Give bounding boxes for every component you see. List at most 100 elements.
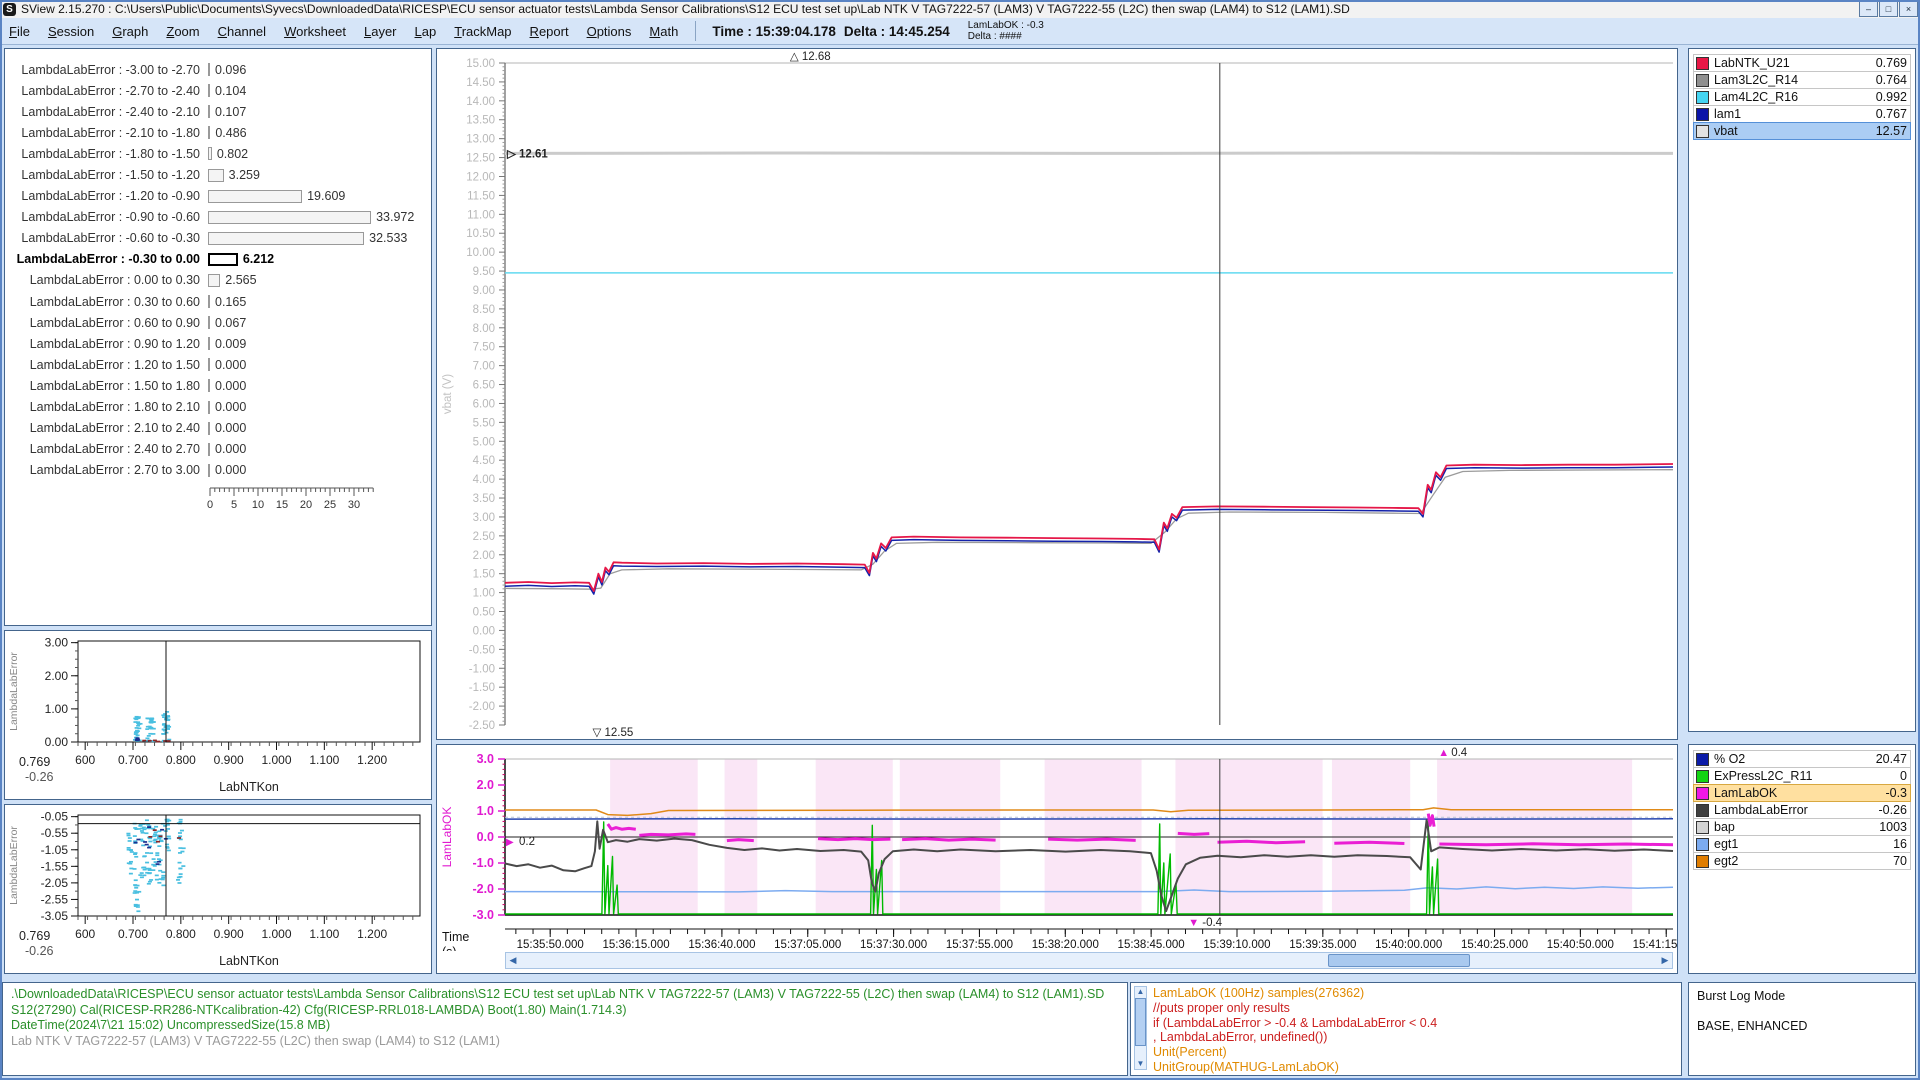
histogram-row[interactable]: LambdaLabError : -0.90 to -0.6033.972 [5, 207, 431, 228]
histogram-row[interactable]: LambdaLabError : 1.50 to 1.800.000 [5, 375, 431, 396]
histogram-row[interactable]: LambdaLabError : -0.60 to -0.3032.533 [5, 228, 431, 249]
histogram-row[interactable]: LambdaLabError : -2.40 to -2.100.107 [5, 101, 431, 122]
legend-row-lam3l2c-r14[interactable]: Lam3L2C_R140.764 [1693, 71, 1911, 89]
svg-text:0.00: 0.00 [45, 735, 69, 749]
main-chart-panel[interactable]: -2.50-2.00-1.50-1.00-0.500.000.501.001.5… [436, 48, 1678, 740]
maximize-button[interactable]: □ [1879, 1, 1898, 17]
legend-row-lam4l2c-r16[interactable]: Lam4L2C_R160.992 [1693, 88, 1911, 106]
menu-options[interactable]: Options [578, 24, 641, 39]
legend-row-egt1[interactable]: egt116 [1693, 835, 1911, 853]
histogram-row[interactable]: LambdaLabError : 0.30 to 0.600.165 [5, 291, 431, 312]
histogram-row-value: 0.104 [215, 84, 246, 98]
legend-row-lamlabok[interactable]: LamLabOK-0.3 [1693, 784, 1911, 802]
legend-row-egt2[interactable]: egt270 [1693, 852, 1911, 870]
scatter-plot-positive-panel[interactable]: 0.001.002.003.006000.7000.8000.9001.0001… [4, 630, 432, 800]
bottom-chart-canvas[interactable]: -3.0-2.0-1.00.01.02.03.0LamLabOK▲0.4▼-0.… [437, 745, 1677, 951]
legend-row-bap[interactable]: bap1003 [1693, 818, 1911, 836]
histogram-row-label: LambdaLabError : 2.40 to 2.70 [5, 442, 208, 456]
legend-row--o2[interactable]: % O220.47 [1693, 750, 1911, 768]
menu-report[interactable]: Report [521, 24, 578, 39]
svg-text:▽ 12.55: ▽ 12.55 [592, 727, 633, 739]
svg-text:7.00: 7.00 [473, 361, 495, 373]
histogram-row[interactable]: LambdaLabError : 1.20 to 1.500.000 [5, 354, 431, 375]
menu-session[interactable]: Session [39, 24, 103, 39]
menu-worksheet[interactable]: Worksheet [275, 24, 355, 39]
menu-graph[interactable]: Graph [103, 24, 157, 39]
channel-value: 0 [1900, 769, 1907, 783]
math-panel-scrollbar[interactable]: ▲ ▼ [1134, 986, 1147, 1070]
legend-row-lambdalaberror[interactable]: LambdaLabError-0.26 [1693, 801, 1911, 819]
histogram-row-label: LambdaLabError : 0.30 to 0.60 [5, 295, 208, 309]
legend-row-lam1[interactable]: lam10.767 [1693, 105, 1911, 123]
svg-text:-0.05: -0.05 [41, 810, 69, 824]
menu-layer[interactable]: Layer [355, 24, 406, 39]
legend-row-vbat[interactable]: vbat12.57 [1693, 122, 1911, 140]
log-mode-title: Burst Log Mode [1697, 989, 1785, 1005]
histogram-row-value: 19.609 [307, 189, 345, 203]
svg-text:-3.0: -3.0 [472, 908, 494, 922]
histogram-row[interactable]: LambdaLabError : -1.50 to -1.203.259 [5, 164, 431, 185]
histogram-row[interactable]: LambdaLabError : 0.60 to 0.900.067 [5, 312, 431, 333]
svg-text:3.00: 3.00 [45, 636, 69, 650]
histogram-row[interactable]: LambdaLabError : 2.10 to 2.400.000 [5, 418, 431, 439]
scroll-left-icon[interactable]: ◀ [506, 953, 520, 968]
scatter-plot-negative[interactable]: -3.05-2.55-2.05-1.55-1.05-0.55-0.056000.… [5, 805, 431, 973]
histogram-row[interactable]: LambdaLabError : -1.80 to -1.500.802 [5, 143, 431, 164]
histogram-row[interactable]: LambdaLabError : -2.70 to -2.400.104 [5, 80, 431, 101]
histogram-bar [208, 464, 210, 477]
histogram-row-label: LambdaLabError : -2.10 to -1.80 [5, 126, 208, 140]
channel-name: lam1 [1714, 107, 1876, 121]
channel-value: 0.767 [1876, 107, 1907, 121]
histogram-row[interactable]: LambdaLabError : -0.30 to 0.006.212 [5, 249, 431, 270]
svg-text:3.00: 3.00 [473, 512, 495, 524]
bottom-chart-panel[interactable]: -3.0-2.0-1.00.01.02.03.0LamLabOK▲0.4▼-0.… [436, 744, 1678, 974]
math-scrollbar-thumb[interactable] [1135, 998, 1146, 1046]
svg-text:15:38:20.000: 15:38:20.000 [1032, 939, 1099, 951]
histogram-row[interactable]: LambdaLabError : 2.70 to 3.000.000 [5, 460, 431, 481]
histogram-row[interactable]: LambdaLabError : 0.00 to 0.302.565 [5, 270, 431, 291]
scroll-up-icon[interactable]: ▲ [1135, 987, 1146, 997]
legend-row-labntk-u21[interactable]: LabNTK_U210.769 [1693, 54, 1911, 72]
svg-text:13.50: 13.50 [466, 115, 495, 127]
menubar: FileSessionGraphZoomChannelWorksheetLaye… [0, 18, 1920, 45]
svg-text:15:40:00.000: 15:40:00.000 [1375, 939, 1442, 951]
histogram-row-label: LambdaLabError : -3.00 to -2.70 [5, 63, 208, 77]
histogram-bar [208, 274, 220, 287]
menu-channel[interactable]: Channel [209, 24, 275, 39]
channel-color-swatch [1696, 74, 1709, 87]
minimize-button[interactable]: – [1859, 1, 1878, 17]
svg-text:3.0: 3.0 [477, 752, 494, 766]
cursor-time-readout: Time : 15:39:04.178 [712, 24, 836, 39]
svg-text:15:39:35.000: 15:39:35.000 [1289, 939, 1356, 951]
histogram-bar [208, 232, 364, 245]
histogram-row-label: LambdaLabError : 1.20 to 1.50 [5, 358, 208, 372]
svg-text:-2.50: -2.50 [469, 720, 495, 732]
menu-math[interactable]: Math [640, 24, 687, 39]
svg-text:0.4: 0.4 [1451, 747, 1468, 759]
histogram-row[interactable]: LambdaLabError : 1.80 to 2.100.000 [5, 397, 431, 418]
histogram-panel[interactable]: LambdaLabError : -3.00 to -2.700.096Lamb… [4, 48, 432, 626]
svg-text:2.50: 2.50 [473, 531, 495, 543]
legend-row-expressl2c-r11[interactable]: ExPressL2C_R110 [1693, 767, 1911, 785]
scatter-plot-negative-panel[interactable]: -3.05-2.55-2.05-1.55-1.05-0.55-0.056000.… [4, 804, 432, 974]
menu-lap[interactable]: Lap [406, 24, 446, 39]
histogram-row[interactable]: LambdaLabError : 2.40 to 2.700.000 [5, 439, 431, 460]
scroll-right-icon[interactable]: ▶ [1658, 953, 1672, 968]
svg-text:1.200: 1.200 [357, 927, 387, 941]
close-button[interactable]: × [1899, 1, 1918, 17]
svg-text:-1.50: -1.50 [469, 682, 495, 694]
scroll-down-icon[interactable]: ▼ [1135, 1059, 1146, 1069]
main-chart-canvas[interactable]: -2.50-2.00-1.50-1.00-0.500.000.501.001.5… [437, 49, 1677, 739]
histogram-row[interactable]: LambdaLabError : -2.10 to -1.800.486 [5, 122, 431, 143]
time-scrollbar-thumb[interactable] [1328, 954, 1470, 967]
histogram-row[interactable]: LambdaLabError : -1.20 to -0.9019.609 [5, 186, 431, 207]
time-scrollbar[interactable]: ◀ ▶ [505, 952, 1673, 969]
bottom-channel-legend: % O220.47ExPressL2C_R110LamLabOK-0.3Lamb… [1693, 751, 1911, 870]
histogram-row[interactable]: LambdaLabError : 0.90 to 1.200.009 [5, 333, 431, 354]
menu-zoom[interactable]: Zoom [157, 24, 208, 39]
menu-file[interactable]: File [0, 24, 39, 39]
menu-trackmap[interactable]: TrackMap [445, 24, 520, 39]
scatter-plot-positive[interactable]: 0.001.002.003.006000.7000.8000.9001.0001… [5, 631, 431, 799]
channel-color-swatch [1696, 753, 1709, 766]
histogram-row[interactable]: LambdaLabError : -3.00 to -2.700.096 [5, 59, 431, 80]
